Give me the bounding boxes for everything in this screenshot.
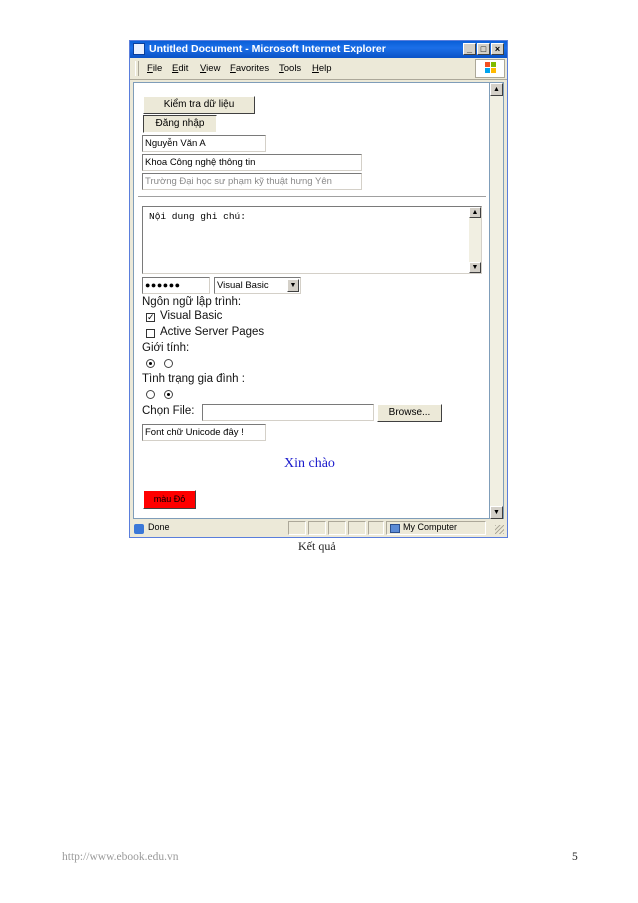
marital-radio-2[interactable] [164,390,173,399]
file-input[interactable] [202,404,374,421]
status-bar: Done My Computer [130,520,507,537]
menu-favorites[interactable]: Favorites [230,63,269,74]
browse-button[interactable]: Browse... [377,404,442,422]
toolbar-grip[interactable] [135,61,139,76]
scroll-up-icon[interactable]: ▲ [490,83,503,96]
status-segment [288,521,306,535]
page-scrollbar[interactable]: ▲ ▼ [490,82,504,519]
figure-caption: Kết quả [298,539,336,553]
unicode-input[interactable]: Font chữ Unicode đây ! [142,424,266,441]
ie-page-icon [134,524,144,534]
gender-radio-2[interactable] [164,359,173,368]
maximize-button[interactable]: □ [477,43,490,55]
faculty-input[interactable]: Khoa Công nghệ thông tin [142,154,362,171]
close-button[interactable]: × [491,43,504,55]
resize-grip-icon[interactable] [495,525,504,534]
title-bar[interactable]: Untitled Document - Microsoft Internet E… [130,41,507,58]
password-input[interactable]: ●●●●●● [142,277,210,294]
my-computer-icon [390,524,400,533]
status-zone: My Computer [386,521,486,535]
status-segment [328,521,346,535]
language-label: Ngôn ngữ lập trình: [142,296,242,308]
notes-scrollbar[interactable]: ▲ ▼ [469,207,481,273]
status-text: Done [148,522,170,532]
marital-label: Tình trạng gia đình : [142,373,245,385]
vb-checkbox[interactable]: ✓ [146,313,155,322]
status-segment [348,521,366,535]
menu-help[interactable]: Help [312,63,332,74]
status-segment [368,521,384,535]
greeting-text: Xin chào [284,456,335,471]
footer-url[interactable]: http://www.ebook.edu.vn [62,851,178,863]
red-color-button[interactable]: màu Đỏ [143,490,196,509]
gender-label: Giới tính: [142,342,190,354]
status-segment [308,521,326,535]
language-select[interactable]: Visual Basic ▼ [214,277,301,294]
notes-textarea[interactable]: Nội dung ghi chú: [142,206,482,274]
school-input[interactable]: Trường Đại học sư phạm kỹ thuật hưng Yên [142,173,362,190]
status-zone-text: My Computer [403,522,458,532]
file-label: Chọn File: [142,405,195,417]
notes-scroll-down-icon[interactable]: ▼ [469,262,481,273]
name-input[interactable]: Nguyễn Văn A [142,135,266,152]
menu-view[interactable]: View [200,63,220,74]
menu-tools[interactable]: Tools [279,63,301,74]
login-button[interactable]: Đăng nhập [143,115,217,133]
marital-radio-1[interactable] [146,390,155,399]
check-data-button[interactable]: Kiểm tra dữ liệu [143,96,255,114]
page-number: 5 [572,851,578,863]
minimize-button[interactable]: _ [463,43,476,55]
page-viewport: Kiểm tra dữ liệu Đăng nhập Nguyễn Văn A … [133,82,490,519]
gender-radio-1[interactable] [146,359,155,368]
menu-bar: File Edit View Favorites Tools Help [130,58,507,80]
ie-document-icon [133,43,145,55]
horizontal-rule [138,196,486,198]
notes-scroll-up-icon[interactable]: ▲ [469,207,481,218]
ie-window: Untitled Document - Microsoft Internet E… [129,40,508,538]
windows-logo-icon [475,59,505,78]
menu-edit[interactable]: Edit [172,63,188,74]
scroll-down-icon[interactable]: ▼ [490,506,503,519]
menu-file[interactable]: File [147,63,162,74]
window-title: Untitled Document - Microsoft Internet E… [149,43,386,55]
asp-checkbox-label: Active Server Pages [160,326,265,338]
language-select-value: Visual Basic [217,280,269,291]
notes-text: Nội dung ghi chú: [149,211,246,222]
chevron-down-icon[interactable]: ▼ [287,279,299,292]
vb-checkbox-label: Visual Basic [160,310,223,322]
asp-checkbox[interactable] [146,329,155,338]
